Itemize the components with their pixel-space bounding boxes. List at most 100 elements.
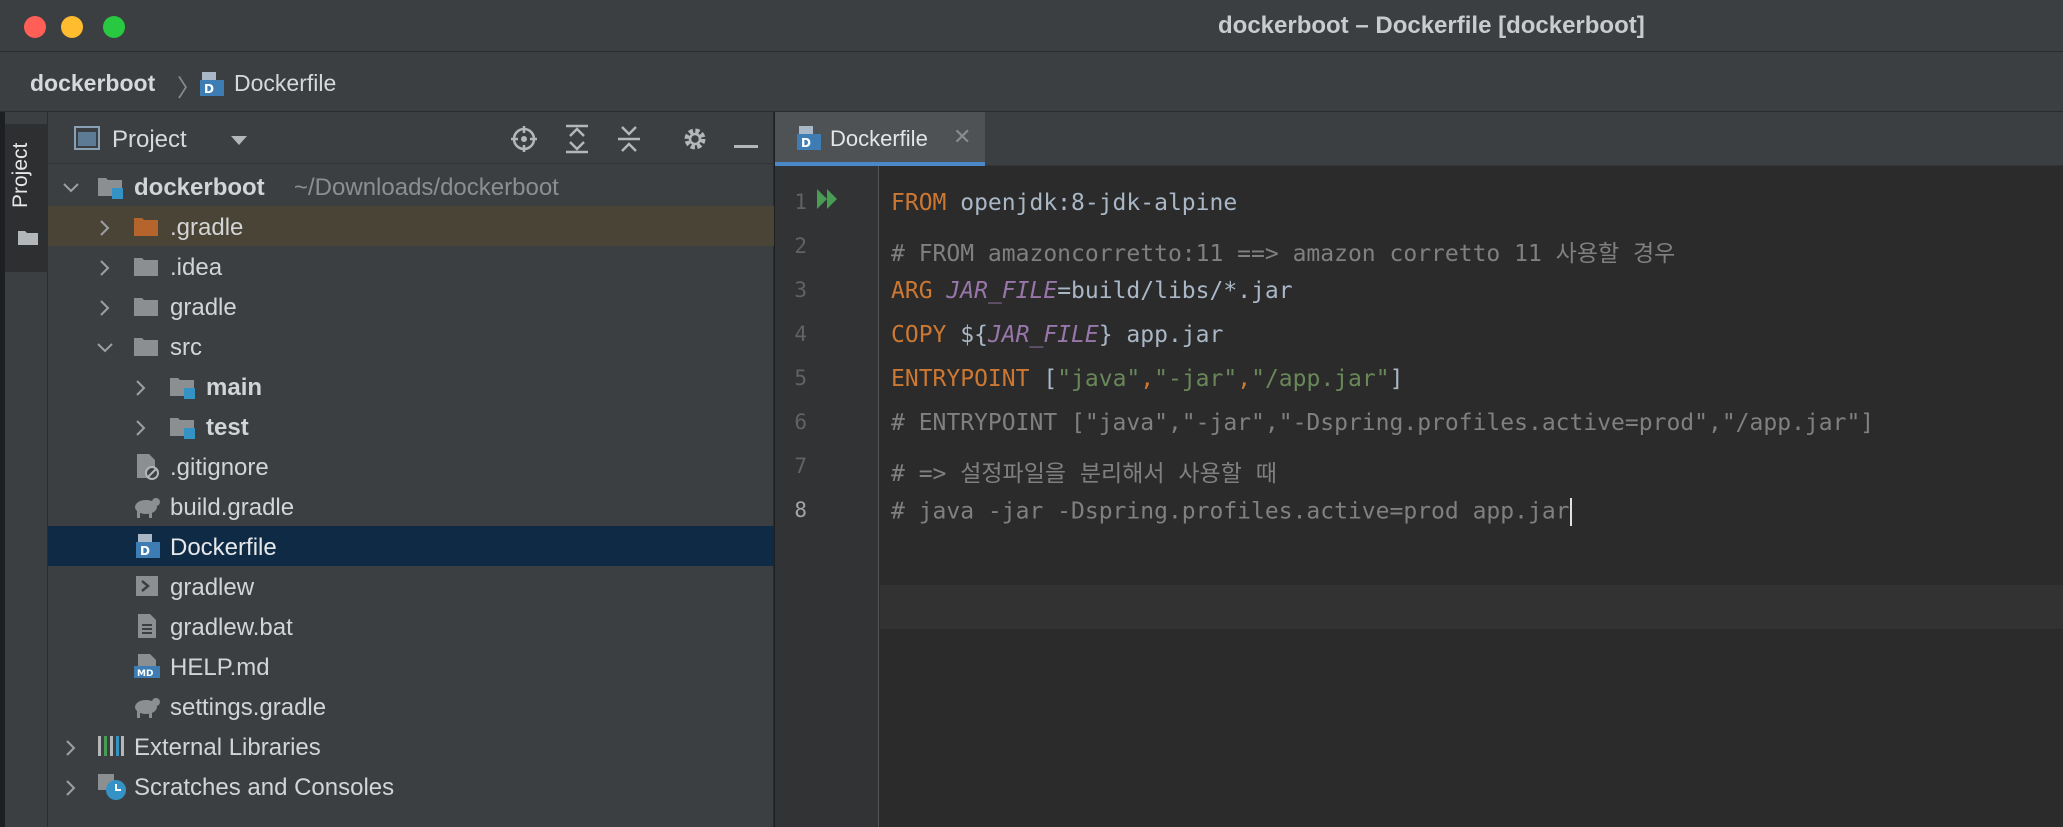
tree-item-label: test [206,414,249,441]
chevron-right-icon[interactable] [96,216,114,236]
tree-item-gradle[interactable]: gradle [48,286,774,326]
line-number-current: 8 [794,498,807,522]
run-gutter-icon[interactable] [815,186,841,217]
tree-item-dockerfile[interactable]: D Dockerfile [48,526,774,566]
line-number: 2 [794,234,807,258]
text-cursor [1569,498,1572,526]
expand-all-icon[interactable] [564,124,590,159]
chevron-right-icon[interactable] [132,376,150,396]
gear-icon[interactable] [681,125,709,158]
string: "-jar" [1154,366,1238,392]
text-file-icon [134,612,160,647]
tree-item-gitignore[interactable]: .gitignore [48,446,774,486]
tree-item-src[interactable]: src [48,326,774,366]
dockerfile-icon: D [198,70,226,103]
window-title: dockerboot – Dockerfile [dockerboot] [1218,12,1645,39]
folder-icon [132,292,162,327]
line-number: 7 [794,454,807,478]
tab-dockerfile[interactable]: D Dockerfile ✕ [775,112,985,166]
string: "java" [1057,366,1141,392]
code-line-8: # java -jar -Dspring.profiles.active=pro… [891,498,1572,526]
tree-item-label: src [170,334,202,361]
tree-item-gradlew-bat[interactable]: gradlew.bat [48,606,774,646]
variable: JAR_FILE [946,278,1058,304]
tree-item-path: ~/Downloads/dockerboot [294,174,559,201]
tree-item-idea[interactable]: .idea [48,246,774,286]
project-tool-tab[interactable]: Project [5,124,48,272]
close-window-button[interactable] [24,16,46,38]
code-text: openjdk:8-jdk-alpine [946,190,1238,216]
line-number: 4 [794,322,807,346]
ignore-file-icon [134,452,160,487]
comment: # FROM amazoncorretto:11 ==> amazon corr… [891,241,1676,267]
tree-item-scratches[interactable]: Scratches and Consoles [48,766,774,806]
tree-item-main[interactable]: main [48,366,774,406]
tree-item-gradle-cache[interactable]: .gradle [48,206,774,246]
code-line-4: COPY ${JAR_FILE} app.jar [891,322,1223,348]
chevron-right-icon[interactable] [62,736,80,756]
line-number-gutter: 1 2 3 4 5 6 7 8 [775,166,879,827]
tree-item-test[interactable]: test [48,406,774,446]
tree-item-label: External Libraries [134,734,321,761]
tree-item-label: gradle [170,294,237,321]
chevron-down-icon[interactable] [62,176,80,194]
tree-item-label: .gitignore [170,454,269,481]
collapse-all-icon[interactable] [616,124,642,159]
breadcrumb-project[interactable]: dockerboot [30,70,155,97]
line-number: 5 [794,366,807,390]
dockerfile-icon: D [795,124,823,157]
code-text: ] [1389,366,1404,392]
chevron-right-icon[interactable] [62,776,80,796]
chevron-down-icon[interactable] [230,134,248,152]
comment: # => 설정파일을 분리해서 사용할 때 [891,461,1277,487]
tree-item-label: HELP.md [170,654,270,681]
module-folder-icon [96,172,126,207]
scratches-clock-icon [96,772,128,809]
project-view-title[interactable]: Project [112,126,187,154]
comment: # ENTRYPOINT ["java","-jar","-Dspring.pr… [891,410,1875,436]
project-tool-label: Project [9,142,32,208]
markdown-file-icon: MD [132,652,162,687]
tab-label: Dockerfile [830,126,928,151]
string: "/app.jar" [1251,366,1390,392]
svg-text:D: D [204,82,214,96]
code-line-1: FROM openjdk:8-jdk-alpine [891,190,1237,216]
tree-item-external-libraries[interactable]: External Libraries [48,726,774,766]
tree-item-help-md[interactable]: MD HELP.md [48,646,774,686]
tree-item-gradlew[interactable]: gradlew [48,566,774,606]
code-line-7: # => 설정파일을 분리해서 사용할 때 [891,454,1277,488]
chevron-right-icon[interactable] [132,416,150,436]
tree-item-settings-gradle[interactable]: settings.gradle [48,686,774,726]
navigation-bar: dockerboot 〉 D Dockerfile [0,52,2063,112]
excluded-folder-icon [132,212,162,247]
keyword: COPY [891,322,947,348]
close-icon[interactable]: ✕ [953,124,971,150]
tree-item-dockerboot[interactable]: dockerboot ~/Downloads/dockerboot [48,166,774,206]
library-icon [96,732,126,767]
shell-script-icon [134,572,160,607]
svg-text:MD: MD [137,669,153,679]
svg-text:D: D [140,544,150,558]
folder-icon [132,252,162,287]
folder-icon [132,332,162,367]
chevron-right-icon[interactable] [96,256,114,276]
locate-target-icon[interactable] [510,125,538,158]
chevron-right-icon[interactable] [96,296,114,316]
variable: JAR_FILE [987,322,1099,348]
comment: # java -jar -Dspring.profiles.active=pro… [891,498,1570,525]
tree-item-label: dockerboot [134,174,265,201]
project-view-icon [74,126,100,155]
minimize-window-button[interactable] [61,16,83,38]
tree-item-label: gradlew [170,574,255,601]
maximize-window-button[interactable] [103,16,125,38]
gradle-elephant-icon [132,492,162,527]
tree-item-build-gradle[interactable]: build.gradle [48,486,774,526]
editor-tab-bar: D Dockerfile ✕ [775,112,2063,166]
minimize-panel-icon[interactable] [734,136,758,154]
tree-item-label: Scratches and Consoles [134,774,395,801]
comma: , [1140,366,1155,392]
code-line-5: ENTRYPOINT ["java","-jar","/app.jar"] [891,366,1403,392]
chevron-down-icon[interactable] [96,336,114,354]
breadcrumb-file[interactable]: Dockerfile [234,70,336,97]
